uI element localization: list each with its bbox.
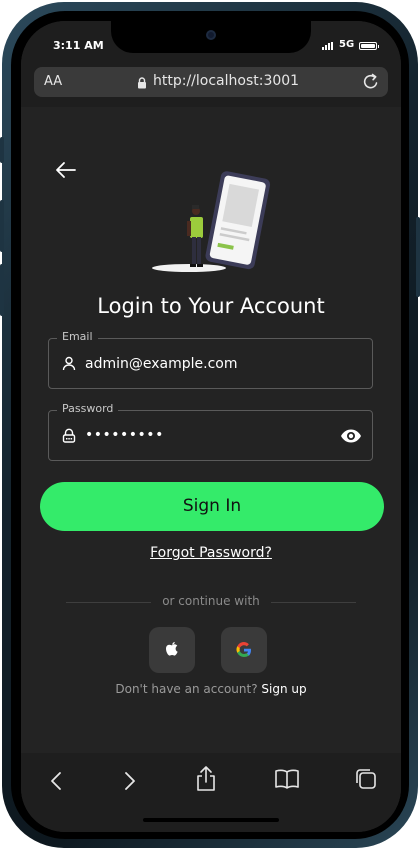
reload-icon[interactable]: [362, 72, 380, 92]
screen: 3:11 AM 5G AA http://localhost:3001 Logi…: [21, 21, 401, 832]
volume-up-button: [0, 200, 4, 252]
forward-icon[interactable]: [123, 769, 137, 793]
silent-switch: [0, 137, 4, 163]
text-size-button[interactable]: AA: [44, 74, 62, 89]
continue-with-label: or continue with: [162, 594, 260, 608]
eye-icon[interactable]: [340, 428, 362, 444]
email-field[interactable]: Email: [48, 330, 373, 389]
phone-bezel: 3:11 AM 5G AA http://localhost:3001 Logi…: [11, 11, 409, 839]
password-field[interactable]: Password •••••••••: [48, 402, 373, 461]
battery-icon: [359, 42, 379, 50]
user-icon: [62, 356, 76, 371]
url-text[interactable]: http://localhost:3001: [153, 73, 299, 89]
notch: [111, 21, 311, 53]
forgot-password-link[interactable]: Forgot Password?: [21, 545, 401, 561]
page-title: Login to Your Account: [97, 294, 325, 318]
volume-down-button: [0, 264, 4, 316]
sign-up-link[interactable]: Sign up: [261, 682, 306, 696]
back-icon[interactable]: [49, 769, 63, 793]
google-icon: [236, 642, 251, 658]
browser-address-area: AA http://localhost:3001: [21, 65, 401, 107]
bookmarks-icon[interactable]: [274, 767, 300, 791]
lock-icon: [138, 77, 146, 89]
apple-login-button[interactable]: [149, 627, 195, 673]
lock-icon: [62, 428, 76, 443]
login-illustration: [152, 171, 271, 272]
google-login-button[interactable]: [221, 627, 267, 673]
address-bar[interactable]: AA http://localhost:3001: [34, 67, 388, 97]
back-arrow-icon[interactable]: [53, 157, 79, 183]
sign-in-button[interactable]: Sign In: [40, 482, 384, 531]
tabs-icon[interactable]: [354, 767, 378, 791]
power-button: [416, 217, 420, 297]
password-input[interactable]: •••••••••: [85, 411, 325, 460]
apple-icon: [166, 641, 178, 656]
home-indicator: [143, 818, 279, 822]
front-camera: [206, 30, 216, 40]
status-time: 3:11 AM: [53, 39, 104, 52]
share-icon[interactable]: [195, 765, 217, 793]
sign-up-prompt: Don't have an account? Sign up: [21, 682, 401, 696]
signal-icon: [322, 42, 333, 50]
network-type: 5G: [339, 39, 355, 50]
no-account-text: Don't have an account?: [115, 682, 258, 696]
phone-frame: 3:11 AM 5G AA http://localhost:3001 Logi…: [0, 2, 420, 848]
email-input[interactable]: [85, 339, 325, 388]
